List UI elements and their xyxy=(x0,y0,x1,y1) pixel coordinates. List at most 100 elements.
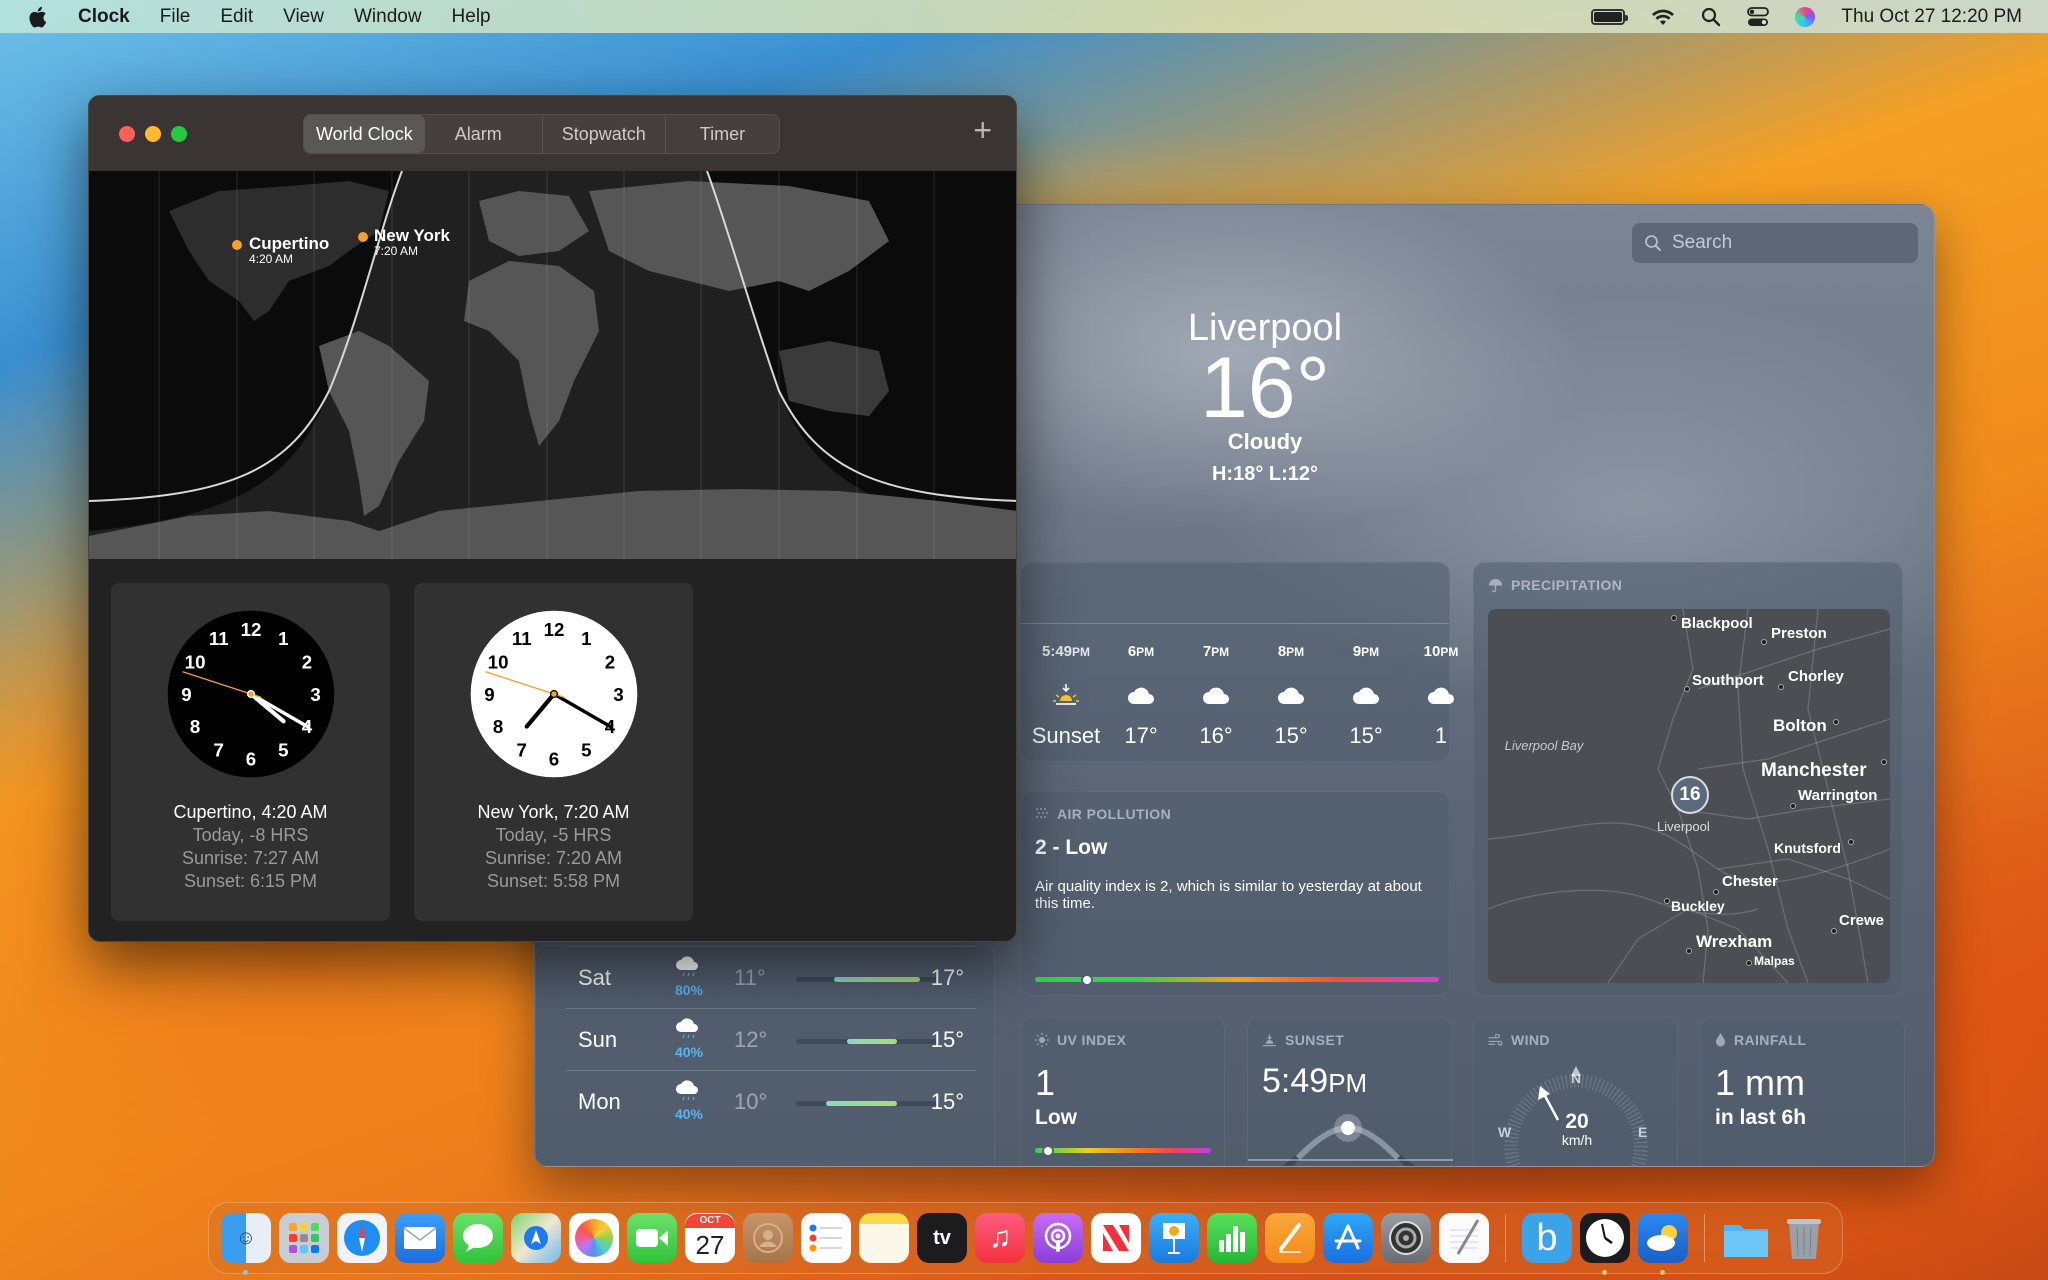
dock-reminders[interactable] xyxy=(801,1213,851,1263)
clock-card-cupertino[interactable]: 123456789101112 Cupertino, 4:20 AM Today… xyxy=(111,583,390,921)
map-pin-cupertino[interactable] xyxy=(232,240,242,250)
dock-finder[interactable]: ☺ xyxy=(221,1213,271,1275)
dock-pages[interactable] xyxy=(1265,1213,1315,1263)
weather-temperature: 16° xyxy=(1199,340,1331,436)
map-place: Manchester xyxy=(1761,760,1867,781)
clock-numeral: 3 xyxy=(613,684,623,705)
dock-app-store[interactable] xyxy=(1323,1213,1373,1263)
map-water-label: Liverpool Bay xyxy=(1504,738,1584,753)
menu-help[interactable]: Help xyxy=(452,6,491,28)
daily-forecast-row[interactable]: Sat 80% 11° 17° xyxy=(566,946,976,1006)
dock-weather[interactable] xyxy=(1638,1213,1688,1275)
apple-menu-icon[interactable] xyxy=(26,5,48,29)
uv-index-value: 1 xyxy=(1035,1062,1056,1103)
menu-app-name[interactable]: Clock xyxy=(78,6,130,28)
dock-trash[interactable] xyxy=(1779,1213,1829,1263)
search-input[interactable] xyxy=(1672,232,1892,254)
air-pollution-title: AIR POLLUTION xyxy=(1035,806,1171,822)
clock-numeral: 2 xyxy=(605,652,615,673)
dock-notes[interactable] xyxy=(859,1213,909,1263)
clock-numeral: 6 xyxy=(246,748,256,769)
dock-numbers[interactable] xyxy=(1207,1213,1257,1263)
close-window-button[interactable] xyxy=(119,125,135,142)
temp-range-bar xyxy=(847,1039,897,1044)
rainfall-label: RAINFALL xyxy=(1734,1032,1807,1048)
precip-chance: 80% xyxy=(674,982,704,998)
battery-icon[interactable] xyxy=(1591,8,1629,25)
menu-edit[interactable]: Edit xyxy=(220,6,253,28)
uv-index-card[interactable]: UV INDEX 1 Low xyxy=(1020,1017,1225,1166)
control-center-icon[interactable] xyxy=(1747,6,1770,27)
location-pin[interactable]: 16 xyxy=(1671,776,1709,814)
daily-forecast-row[interactable]: Sun 40% 12° 15° xyxy=(566,1008,976,1068)
dock-podcasts[interactable] xyxy=(1033,1213,1083,1263)
clock-numeral: 9 xyxy=(484,684,494,705)
dock-tv[interactable]: tv xyxy=(917,1213,967,1263)
dock-contacts[interactable] xyxy=(743,1213,793,1263)
dock-messages[interactable] xyxy=(453,1213,503,1263)
clock-numeral: 12 xyxy=(544,619,565,640)
dock-maps[interactable] xyxy=(511,1213,561,1263)
clock-numeral: 8 xyxy=(493,716,503,737)
air-pollution-card[interactable]: AIR POLLUTION 2 - Low Air quality index … xyxy=(1020,791,1450,996)
menu-file[interactable]: File xyxy=(160,6,191,28)
precipitation-title: PRECIPITATION xyxy=(1488,577,1622,593)
menu-window[interactable]: Window xyxy=(354,6,422,28)
search-icon xyxy=(1645,235,1661,251)
map-place: Preston xyxy=(1771,625,1827,642)
tab-world-clock[interactable]: World Clock xyxy=(304,115,425,153)
cloud-icon xyxy=(1256,675,1326,715)
sunset-card[interactable]: SUNSET 5:49PM xyxy=(1247,1017,1453,1166)
hour-value: 15° xyxy=(1349,723,1383,748)
precipitation-card[interactable]: PRECIPITATION Liverpool Bay Blackpool Pr… xyxy=(1473,562,1903,996)
minimize-window-button[interactable] xyxy=(145,125,161,142)
search-icon[interactable] xyxy=(1701,7,1721,27)
dock-textedit[interactable] xyxy=(1439,1213,1489,1263)
dock-keynote[interactable] xyxy=(1149,1213,1199,1263)
weather-search-field[interactable] xyxy=(1632,223,1918,263)
wifi-icon[interactable] xyxy=(1651,8,1675,26)
world-map[interactable]: Cupertino 4:20 AM New York 7:20 AM xyxy=(89,171,1016,559)
map-place: Crewe xyxy=(1839,912,1885,929)
dock-news[interactable] xyxy=(1091,1213,1141,1263)
air-pollution-description: Air quality index is 2, which is similar… xyxy=(1035,878,1422,912)
clock-sunset: Sunset: 6:15 PM xyxy=(183,871,318,891)
umbrella-icon xyxy=(1488,578,1503,592)
dock-launchpad[interactable] xyxy=(279,1213,329,1263)
world-map-graphic xyxy=(89,171,1016,559)
dock-downloads-folder[interactable] xyxy=(1721,1213,1771,1263)
add-clock-button[interactable]: + xyxy=(973,114,992,146)
tab-timer[interactable]: Timer xyxy=(666,115,779,153)
clock-numeral: 1 xyxy=(278,628,288,649)
cloud-icon xyxy=(1331,675,1401,715)
sunset-icon xyxy=(1031,675,1101,715)
dock-system-settings[interactable] xyxy=(1381,1213,1431,1263)
menu-view[interactable]: View xyxy=(283,6,324,28)
dock-facetime[interactable] xyxy=(627,1213,677,1263)
menubar-clock[interactable]: Thu Oct 27 12:20 PM xyxy=(1841,6,2022,28)
precipitation-map[interactable]: Liverpool Bay Blackpool Preston Southpor… xyxy=(1488,609,1890,983)
tab-stopwatch[interactable]: Stopwatch xyxy=(543,115,666,153)
dock-calendar[interactable]: OCT 27 xyxy=(685,1213,735,1263)
clock-city-time: Cupertino, 4:20 AM xyxy=(173,802,328,822)
dock-clock[interactable] xyxy=(1580,1213,1630,1275)
precipitation-label: PRECIPITATION xyxy=(1511,577,1623,593)
wind-card[interactable]: WIND N W E 20 km/h xyxy=(1473,1017,1678,1166)
clock-offset: Today, -8 HRS xyxy=(192,825,309,845)
hour-suffix: PM xyxy=(1136,645,1155,659)
tab-alarm[interactable]: Alarm xyxy=(425,115,543,153)
dock-safari[interactable] xyxy=(337,1213,387,1263)
hourly-forecast-card: 5:49PM Sunset 6PM 17° 7PM 16° 8PM 15° 9PM 15° 10PM… xyxy=(1020,562,1458,762)
dock-photos[interactable] xyxy=(569,1213,619,1263)
dock-mail[interactable] xyxy=(395,1213,445,1263)
rainfall-card[interactable]: RAINFALL 1 mm in last 6h xyxy=(1700,1017,1905,1166)
zoom-window-button[interactable] xyxy=(171,125,187,142)
dock-bluetooth-app[interactable]: b xyxy=(1522,1213,1572,1263)
map-pin-new-york[interactable] xyxy=(358,232,368,242)
hour-suffix: PM xyxy=(1211,645,1230,659)
siri-icon[interactable] xyxy=(1795,6,1816,27)
cloud-icon xyxy=(1181,675,1251,715)
clock-card-new-york[interactable]: 123456789101112 New York, 7:20 AM Today,… xyxy=(414,583,693,921)
daily-forecast-row[interactable]: Mon 40% 10° 15° xyxy=(566,1070,976,1130)
dock-music[interactable]: ♫ xyxy=(975,1213,1025,1263)
